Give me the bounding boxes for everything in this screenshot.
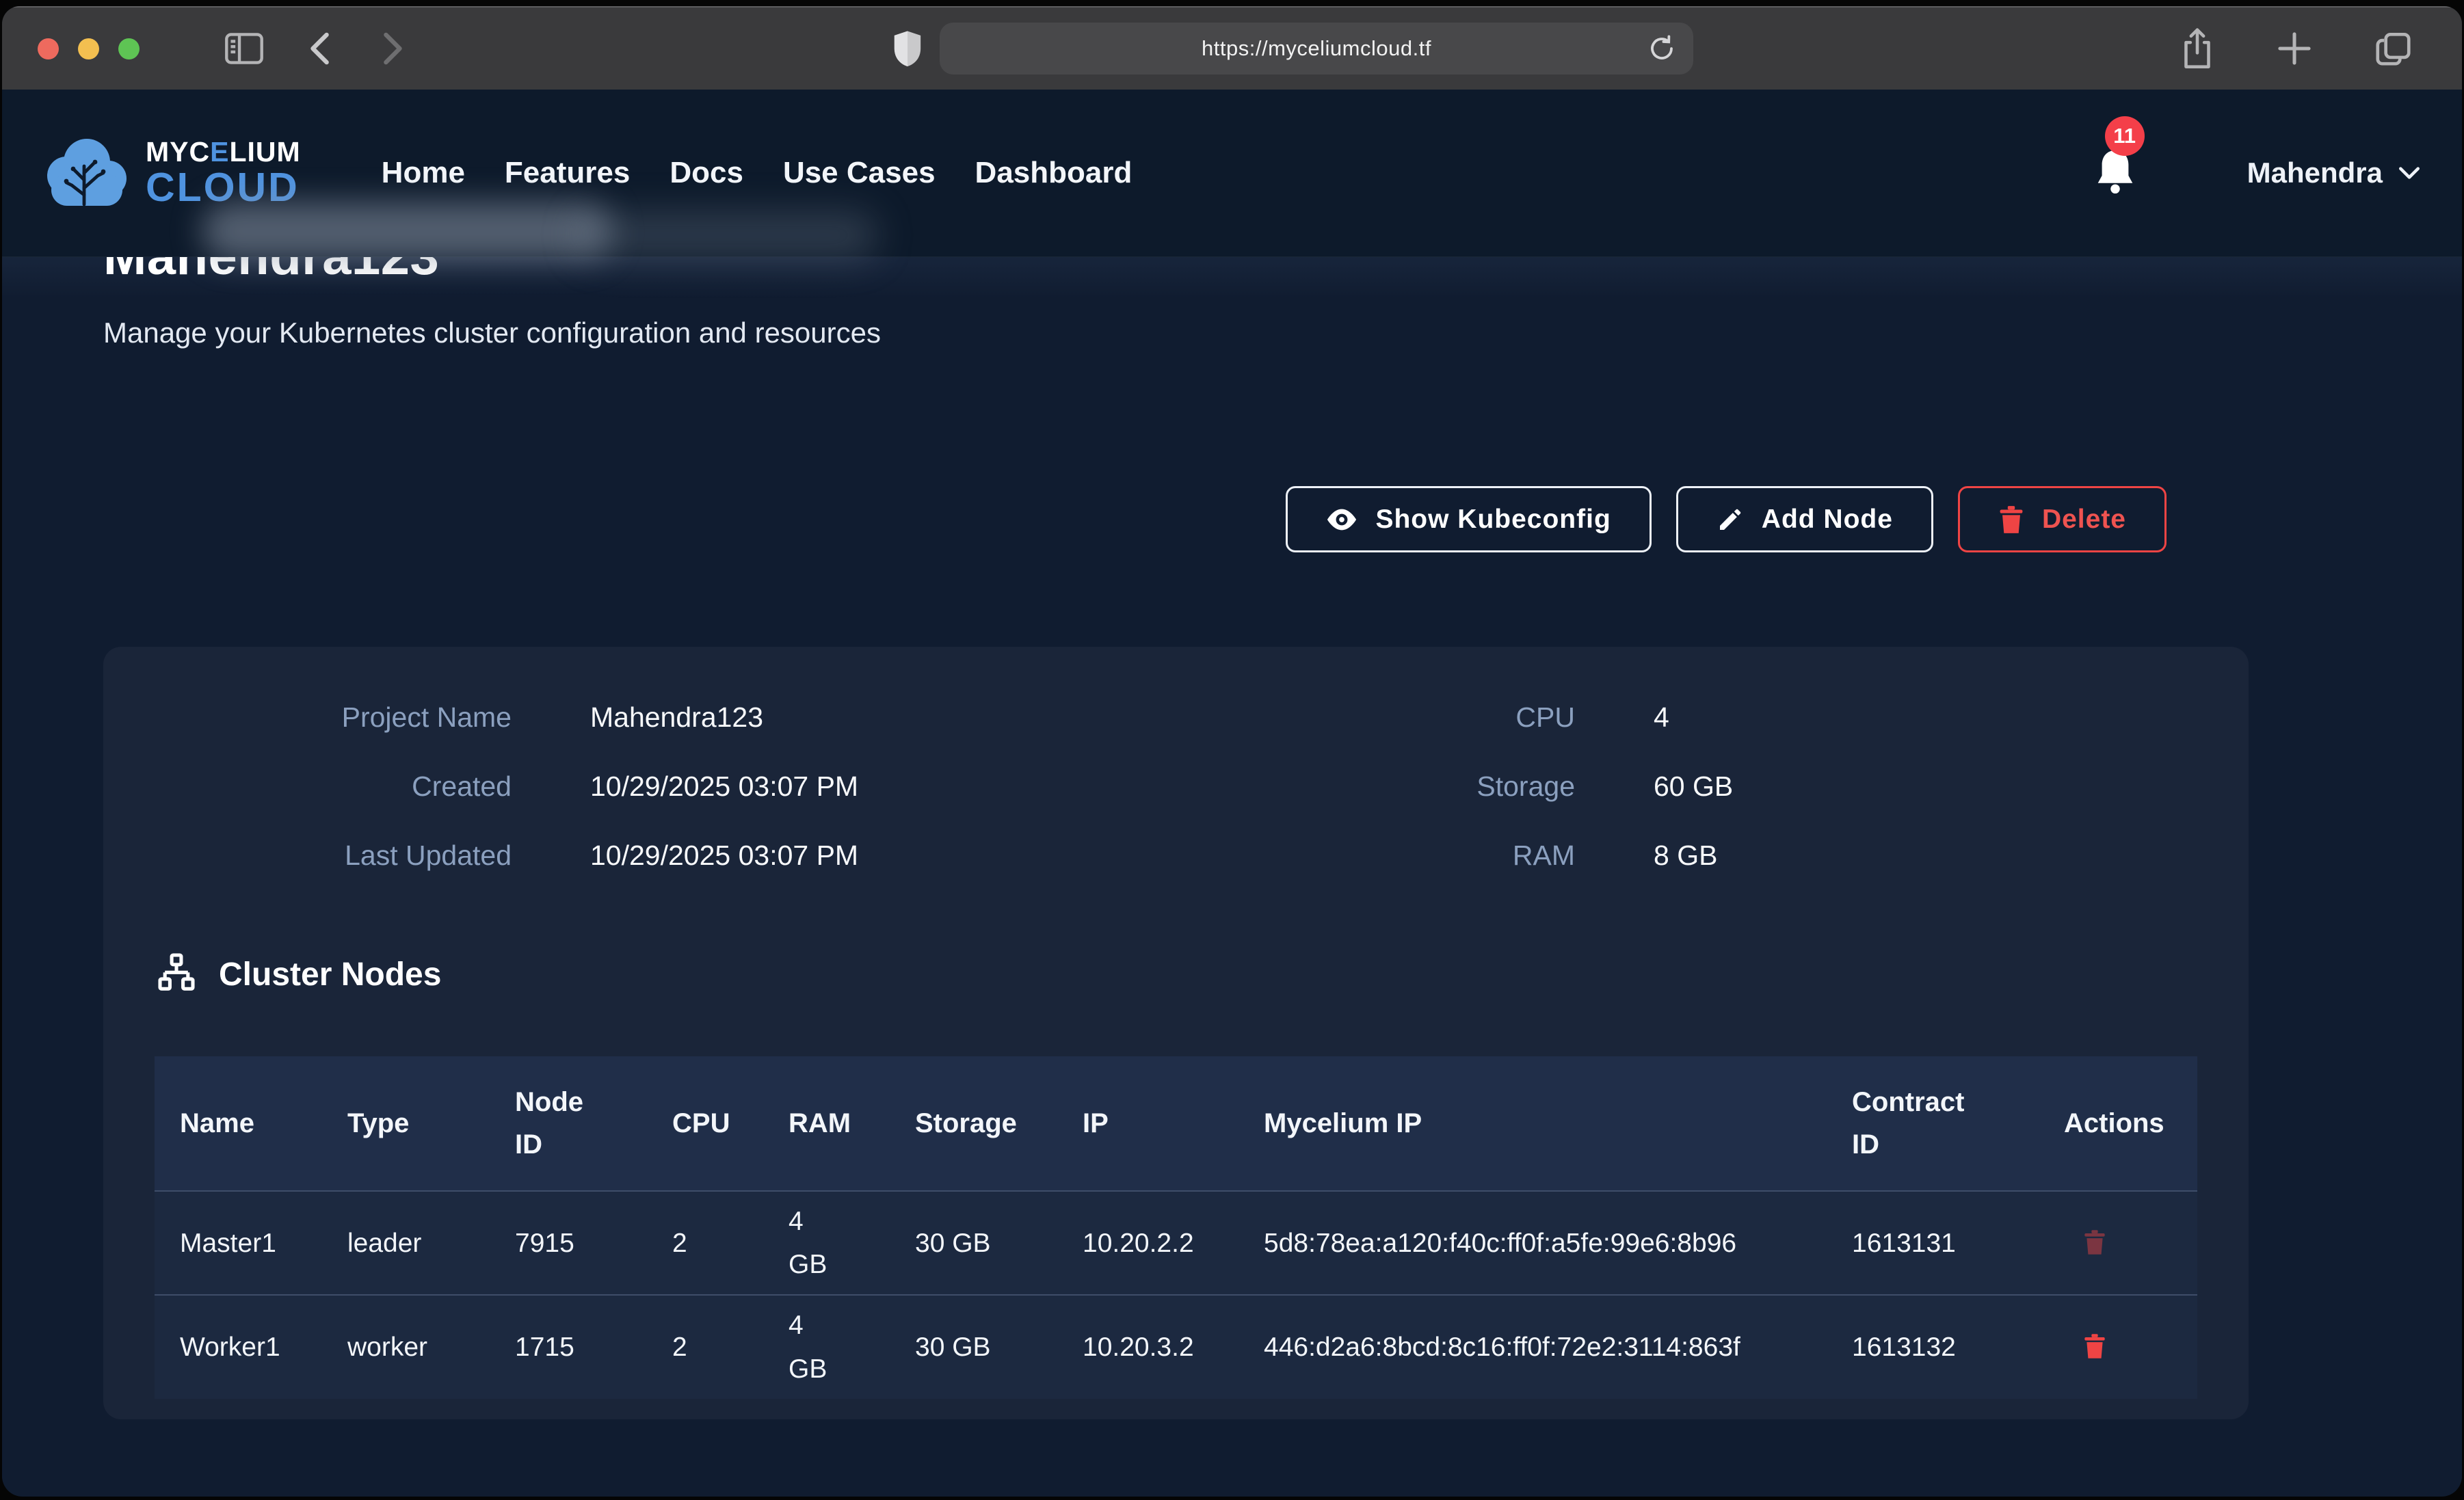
cloud-logo-icon (43, 133, 131, 213)
cell-name: Master1 (155, 1191, 322, 1295)
cell-node-id: 1715 (490, 1295, 647, 1398)
col-node-id: Node ID (490, 1056, 647, 1191)
back-button-icon[interactable] (305, 29, 336, 68)
delete-node-button[interactable] (2083, 1332, 2106, 1362)
url-text: https://myceliumcloud.tf (1202, 36, 1431, 61)
col-mycelium-ip: Mycelium IP (1238, 1056, 1827, 1191)
col-ram: RAM (763, 1056, 890, 1191)
col-type: Type (322, 1056, 490, 1191)
browser-toolbar: https://myceliumcloud.tf (2, 6, 2462, 90)
col-actions: Actions (2039, 1056, 2197, 1191)
col-ip: IP (1057, 1056, 1238, 1191)
cell-ram: 4 GB (763, 1191, 890, 1295)
eye-icon (1326, 506, 1357, 533)
cell-name: Worker1 (155, 1295, 322, 1398)
trash-icon (2083, 1332, 2106, 1360)
table-row-worker1: Worker1 worker 1715 2 4 GB 30 GB 10.20.3… (155, 1295, 2197, 1398)
page-viewport: MYCELIUM CLOUD Home Features Docs Use Ca… (2, 90, 2462, 1495)
blurred-redaction-2 (577, 211, 877, 259)
address-bar[interactable]: https://myceliumcloud.tf (940, 23, 1693, 75)
cluster-nodes-heading: Cluster Nodes (155, 952, 2197, 996)
cpu-value: 4 (1575, 701, 2197, 734)
share-icon[interactable] (2177, 26, 2217, 71)
cell-mycelium-ip: 446:d2a6:8bcd:8c16:ff0f:72e2:3114:863f (1238, 1295, 1827, 1398)
show-kubeconfig-button[interactable]: Show Kubeconfig (1286, 486, 1651, 552)
new-tab-icon[interactable] (2275, 29, 2314, 68)
trash-icon (1998, 505, 2024, 534)
blurred-redaction (202, 202, 612, 260)
nav-link-docs[interactable]: Docs (670, 156, 743, 190)
cell-cpu: 2 (647, 1191, 763, 1295)
table-row-master1: Master1 leader 7915 2 4 GB 30 GB 10.20.2… (155, 1191, 2197, 1295)
cell-contract-id: 1613132 (1827, 1295, 2039, 1398)
delete-cluster-button[interactable]: Delete (1958, 486, 2167, 552)
reload-icon[interactable] (1645, 32, 1678, 65)
cell-contract-id: 1613131 (1827, 1191, 2039, 1295)
sidebar-toggle-icon[interactable] (223, 30, 265, 67)
col-cpu: CPU (647, 1056, 763, 1191)
privacy-shield-icon[interactable] (892, 29, 923, 68)
last-updated-label: Last Updated (155, 840, 512, 872)
ram-label: RAM (1018, 840, 1575, 872)
cell-mycelium-ip: 5d8:78ea:a120:f40c:ff0f:a5fe:99e6:8b96 (1238, 1191, 1827, 1295)
cell-storage: 30 GB (890, 1191, 1057, 1295)
user-menu[interactable]: Mahendra (2247, 157, 2421, 189)
table-header-row: Name Type Node ID CPU RAM Storage IP Myc… (155, 1056, 2197, 1191)
cluster-header-section: Mahendra123 Manage your Kubernetes clust… (2, 227, 2462, 552)
cell-cpu: 2 (647, 1295, 763, 1398)
nav-link-use-cases[interactable]: Use Cases (783, 156, 936, 190)
cell-actions (2039, 1295, 2197, 1398)
cluster-actions: Show Kubeconfig Add Node (103, 486, 2249, 552)
created-label: Created (155, 771, 512, 803)
col-storage: Storage (890, 1056, 1057, 1191)
nav-links: Home Features Docs Use Cases Dashboard (382, 156, 1132, 190)
notifications-button[interactable]: 11 (2093, 148, 2138, 199)
storage-value: 60 GB (1575, 771, 2197, 803)
nav-link-dashboard[interactable]: Dashboard (975, 156, 1132, 190)
user-name: Mahendra (2247, 157, 2383, 189)
cell-node-id: 7915 (490, 1191, 647, 1295)
forward-button-icon[interactable] (376, 29, 408, 68)
cell-type: worker (322, 1295, 490, 1398)
cell-ip: 10.20.3.2 (1057, 1295, 1238, 1398)
notification-count-badge: 11 (2105, 116, 2145, 156)
cpu-label: CPU (1018, 701, 1575, 734)
nav-link-features[interactable]: Features (505, 156, 630, 190)
tab-overview-icon[interactable] (2372, 29, 2414, 68)
cluster-nodes-table: Name Type Node ID CPU RAM Storage IP Myc… (155, 1056, 2197, 1399)
cell-type: leader (322, 1191, 490, 1295)
add-node-button[interactable]: Add Node (1676, 486, 1933, 552)
brand-logo[interactable]: MYCELIUM CLOUD (43, 133, 301, 213)
pencil-icon (1717, 506, 1744, 533)
zoom-window-button[interactable] (118, 38, 140, 59)
project-name-label: Project Name (155, 701, 512, 734)
chevron-down-icon (2398, 165, 2421, 181)
created-value: 10/29/2025 03:07 PM (512, 771, 1018, 803)
top-navigation: MYCELIUM CLOUD Home Features Docs Use Ca… (2, 90, 2462, 257)
delete-node-button[interactable] (2083, 1229, 2106, 1258)
last-updated-value: 10/29/2025 03:07 PM (512, 840, 1018, 872)
minimize-window-button[interactable] (78, 38, 99, 59)
cell-ram: 4 GB (763, 1295, 890, 1398)
cell-ip: 10.20.2.2 (1057, 1191, 1238, 1295)
storage-label: Storage (1018, 771, 1575, 803)
network-nodes-icon (155, 952, 198, 996)
col-name: Name (155, 1056, 322, 1191)
cell-actions (2039, 1191, 2197, 1295)
nav-link-home[interactable]: Home (382, 156, 465, 190)
cluster-details-card: Project Name Mahendra123 CPU 4 Created 1… (103, 647, 2249, 1419)
cell-storage: 30 GB (890, 1295, 1057, 1398)
brand-name-top: MYCELIUM (146, 138, 301, 167)
project-name-value: Mahendra123 (512, 701, 1018, 734)
cluster-nodes-title: Cluster Nodes (219, 956, 441, 993)
close-window-button[interactable] (38, 38, 59, 59)
col-contract-id: Contract ID (1827, 1056, 2039, 1191)
traffic-lights (38, 38, 140, 59)
cluster-info-grid: Project Name Mahendra123 CPU 4 Created 1… (155, 701, 2197, 872)
screenshot-stage: https://myceliumcloud.tf (0, 0, 2464, 1500)
page-subtitle: Manage your Kubernetes cluster configura… (103, 317, 2361, 349)
trash-icon (2083, 1229, 2106, 1256)
macos-safari-window: https://myceliumcloud.tf (2, 6, 2462, 1497)
ram-value: 8 GB (1575, 840, 2197, 872)
